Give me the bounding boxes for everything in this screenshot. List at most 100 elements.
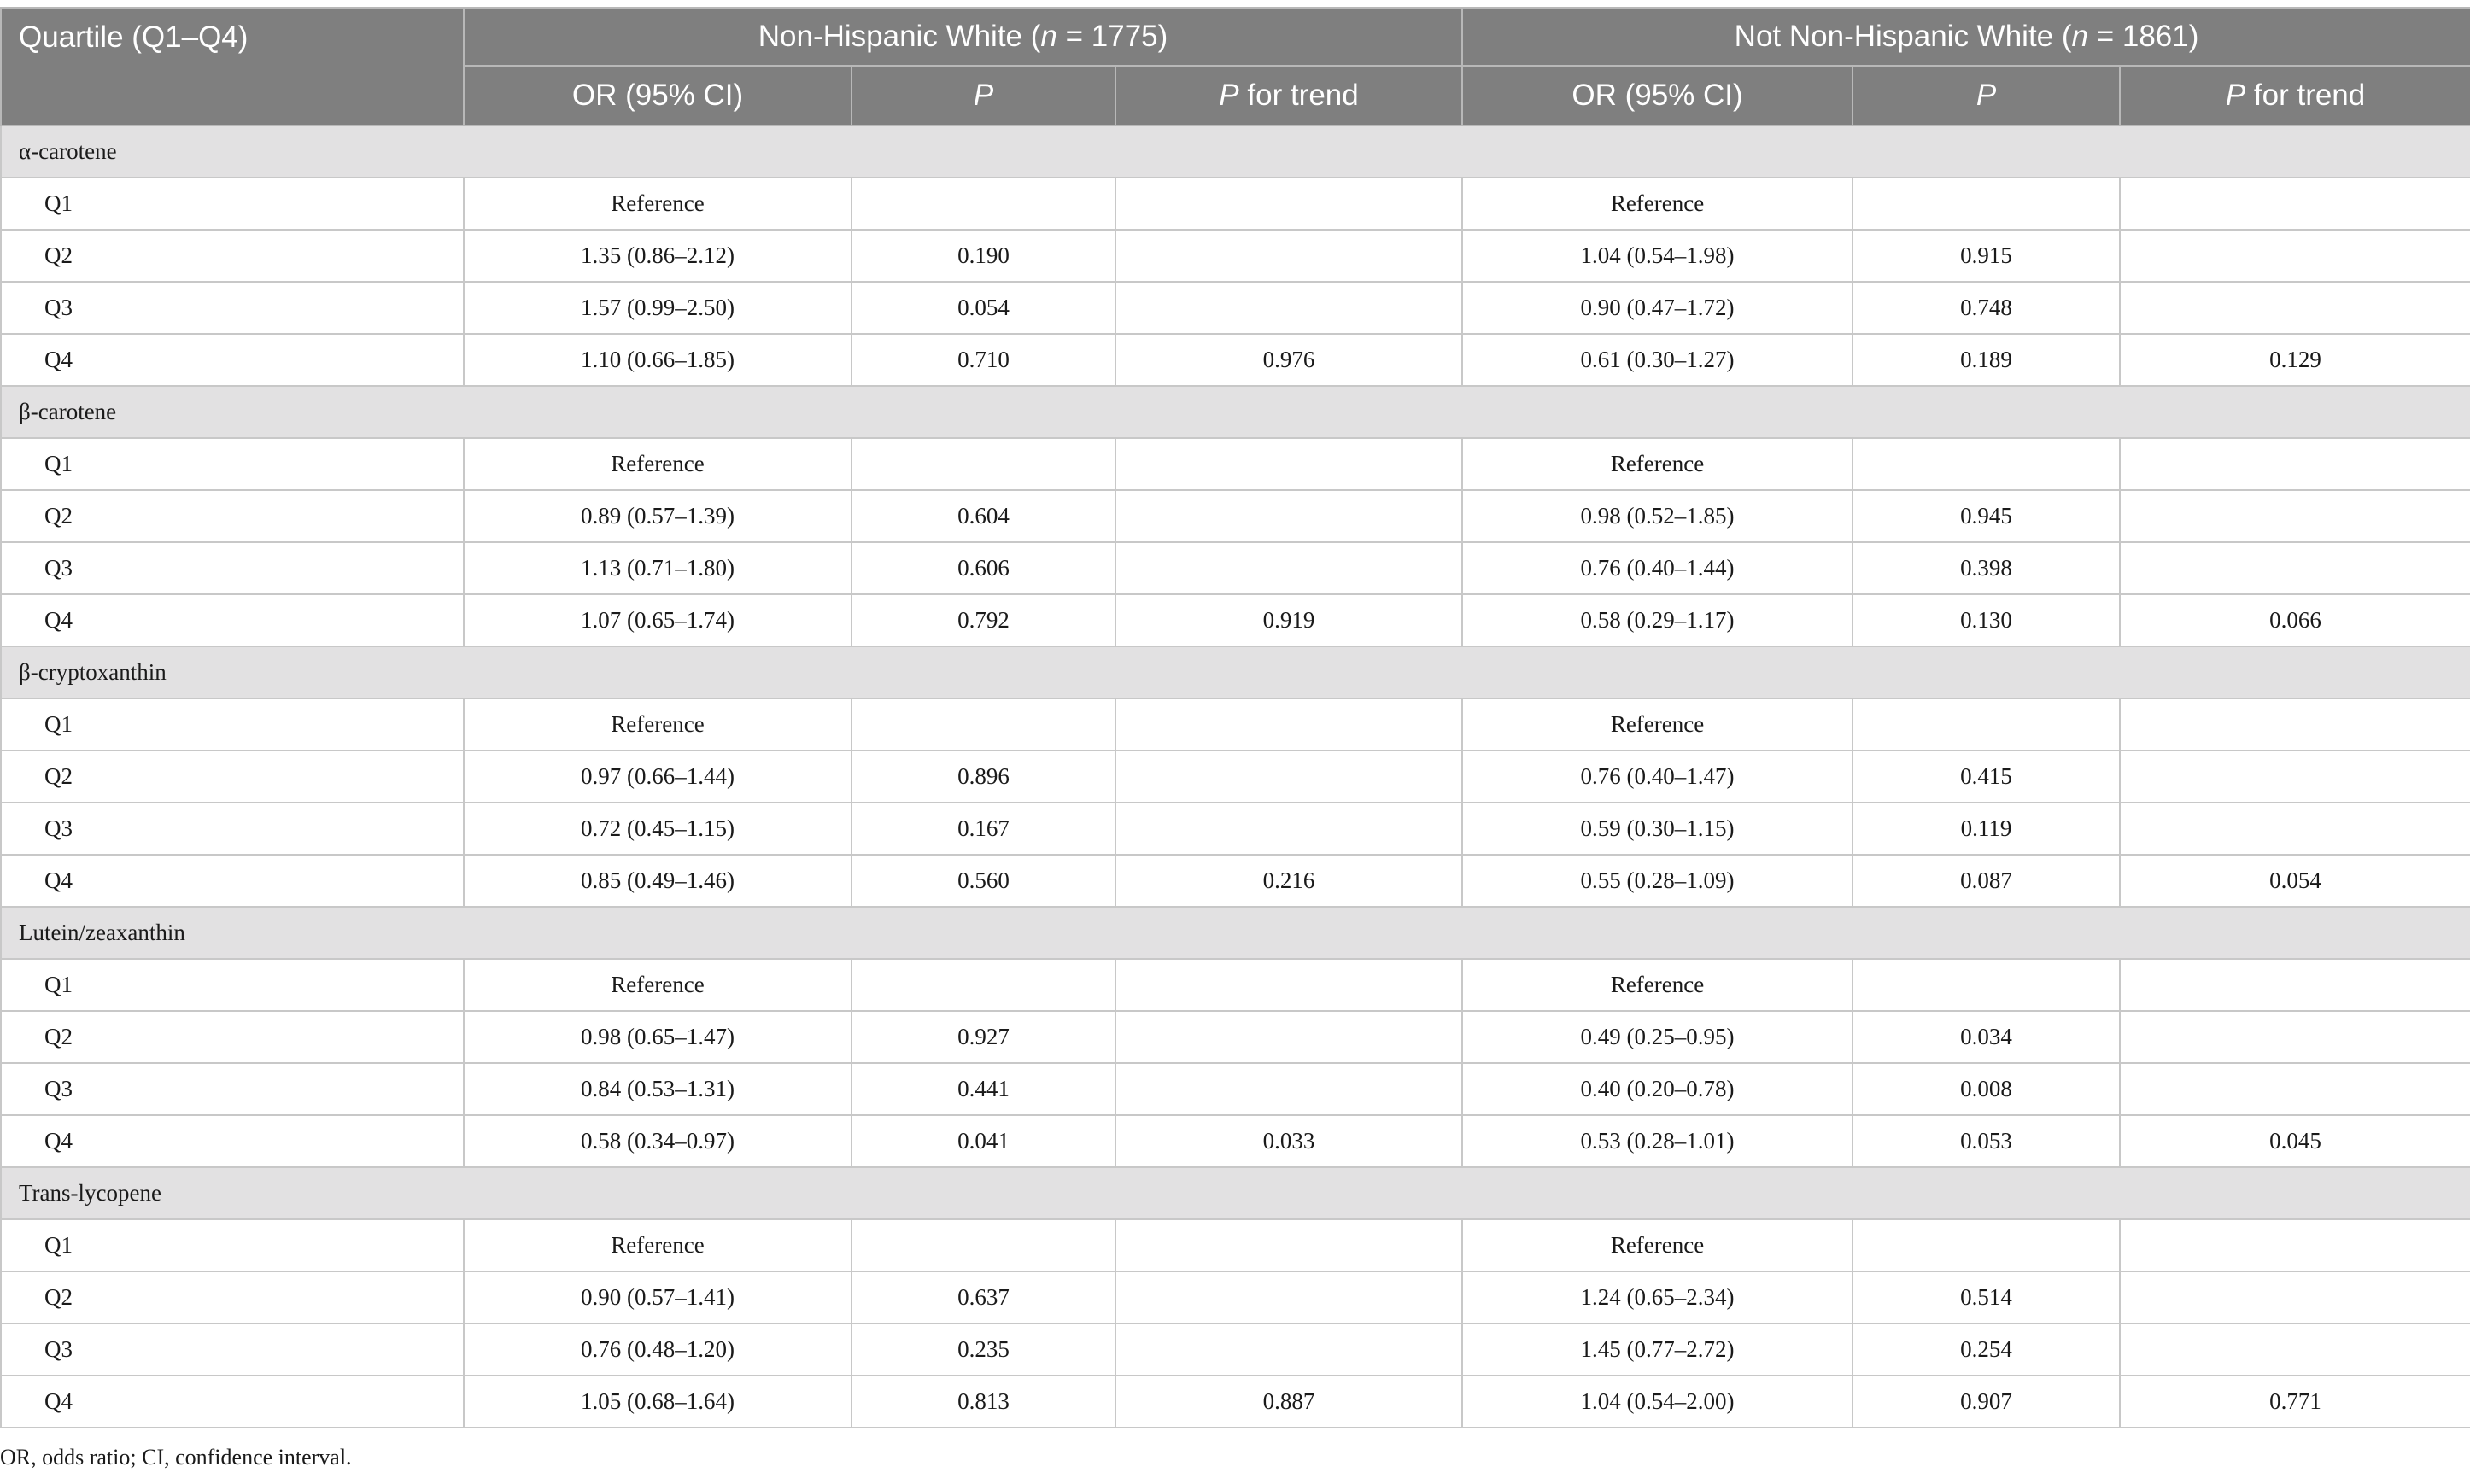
p-value-a: 0.167 bbox=[851, 802, 1116, 856]
group-row: β-carotene bbox=[0, 385, 2470, 439]
p-trend-b bbox=[2119, 177, 2470, 231]
group-row: Lutein/zeaxanthin bbox=[0, 906, 2470, 960]
or-ci-b: 0.61 (0.30–1.27) bbox=[1461, 333, 1854, 387]
quartile-label: Q4 bbox=[0, 333, 465, 387]
p-trend-b bbox=[2119, 1010, 2470, 1064]
p-value-a: 0.054 bbox=[851, 281, 1116, 335]
p-header-a: P bbox=[851, 65, 1116, 126]
p-trend-a bbox=[1114, 958, 1464, 1012]
p-trend-a bbox=[1114, 1323, 1464, 1376]
p-value-b: 0.008 bbox=[1852, 1062, 2122, 1116]
quartile-label: Q1 bbox=[0, 1218, 465, 1272]
quartile-label: Q4 bbox=[0, 854, 465, 908]
p-value-a: 0.606 bbox=[851, 541, 1116, 595]
p-trend-a: 0.919 bbox=[1114, 593, 1464, 647]
p-trend-b bbox=[2119, 541, 2470, 595]
or-ci-a: Reference bbox=[463, 177, 852, 231]
p-value-b: 0.945 bbox=[1852, 489, 2122, 543]
p-trend-b bbox=[2119, 437, 2470, 491]
p-trend-a bbox=[1114, 177, 1464, 231]
p-trend-b: 0.771 bbox=[2119, 1375, 2470, 1428]
p-trend-a: 0.976 bbox=[1114, 333, 1464, 387]
or-ci-a: 1.13 (0.71–1.80) bbox=[463, 541, 852, 595]
or-ci-b: 1.24 (0.65–2.34) bbox=[1461, 1271, 1854, 1324]
p-value-b: 0.254 bbox=[1852, 1323, 2122, 1376]
results-table: Quartile (Q1–Q4) Non-Hispanic White (n =… bbox=[0, 7, 2470, 1428]
p-value-b: 0.053 bbox=[1852, 1114, 2122, 1168]
or-ci-a: 1.35 (0.86–2.12) bbox=[463, 229, 852, 283]
table-row: Q2 1.35 (0.86–2.12) 0.190 1.04 (0.54–1.98) 0… bbox=[0, 229, 2470, 283]
p-value-b bbox=[1852, 1218, 2122, 1272]
table-row: Q2 0.90 (0.57–1.41) 0.637 1.24 (0.65–2.34) 0… bbox=[0, 1271, 2470, 1324]
p-value-a bbox=[851, 1218, 1116, 1272]
or-ci-b: 0.55 (0.28–1.09) bbox=[1461, 854, 1854, 908]
p-value-b: 0.915 bbox=[1852, 229, 2122, 283]
p-trend-b bbox=[2119, 958, 2470, 1012]
table-row: Q4 1.10 (0.66–1.85) 0.710 0.976 0.61 (0.30–1… bbox=[0, 333, 2470, 387]
quartile-label: Q2 bbox=[0, 229, 465, 283]
p-value-b: 0.087 bbox=[1852, 854, 2122, 908]
or-ci-b: 0.90 (0.47–1.72) bbox=[1461, 281, 1854, 335]
or-ci-b: 1.45 (0.77–2.72) bbox=[1461, 1323, 1854, 1376]
or-ci-a: 0.89 (0.57–1.39) bbox=[463, 489, 852, 543]
p-trend-header-b: P for trend bbox=[2119, 65, 2470, 126]
p-trend-a bbox=[1114, 1062, 1464, 1116]
p-trend-b bbox=[2119, 802, 2470, 856]
table-row: Q1 Reference Reference bbox=[0, 437, 2470, 491]
quartile-label: Q1 bbox=[0, 437, 465, 491]
or-ci-b: Reference bbox=[1461, 1218, 1854, 1272]
quartile-label: Q2 bbox=[0, 750, 465, 803]
p-value-a: 0.560 bbox=[851, 854, 1116, 908]
or-ci-b: Reference bbox=[1461, 698, 1854, 751]
or-ci-a: 0.90 (0.57–1.41) bbox=[463, 1271, 852, 1324]
table-row: Q4 1.07 (0.65–1.74) 0.792 0.919 0.58 (0.29–1… bbox=[0, 593, 2470, 647]
quartile-label: Q1 bbox=[0, 177, 465, 231]
p-trend-a: 0.033 bbox=[1114, 1114, 1464, 1168]
table-row: Q3 1.57 (0.99–2.50) 0.054 0.90 (0.47–1.72) 0… bbox=[0, 281, 2470, 335]
p-trend-header-a: P for trend bbox=[1114, 65, 1464, 126]
or-ci-header-a: OR (95% CI) bbox=[463, 65, 852, 126]
p-trend-b bbox=[2119, 1062, 2470, 1116]
group-label: Lutein/zeaxanthin bbox=[0, 906, 2470, 960]
p-value-b bbox=[1852, 698, 2122, 751]
quartile-label: Q3 bbox=[0, 541, 465, 595]
table-footnote: OR, odds ratio; CI, confidence interval. bbox=[0, 1445, 352, 1469]
p-trend-a bbox=[1114, 541, 1464, 595]
p-trend-a bbox=[1114, 437, 1464, 491]
quartile-label: Q4 bbox=[0, 1375, 465, 1428]
p-value-b: 0.748 bbox=[1852, 281, 2122, 335]
or-ci-b: 0.76 (0.40–1.47) bbox=[1461, 750, 1854, 803]
quartile-label: Q4 bbox=[0, 593, 465, 647]
or-ci-b: 1.04 (0.54–1.98) bbox=[1461, 229, 1854, 283]
p-value-b: 0.034 bbox=[1852, 1010, 2122, 1064]
p-header-b: P bbox=[1852, 65, 2122, 126]
p-trend-a bbox=[1114, 489, 1464, 543]
or-ci-a: 0.85 (0.49–1.46) bbox=[463, 854, 852, 908]
quartile-label: Q2 bbox=[0, 489, 465, 543]
table-body: α-carotene Q1 Reference Reference Q2 1.35 (0.… bbox=[0, 125, 2470, 1428]
p-trend-b bbox=[2119, 489, 2470, 543]
quartile-label: Q3 bbox=[0, 281, 465, 335]
table-row: Q4 1.05 (0.68–1.64) 0.813 0.887 1.04 (0.54–2… bbox=[0, 1375, 2470, 1428]
p-value-a bbox=[851, 177, 1116, 231]
or-ci-a: 0.97 (0.66–1.44) bbox=[463, 750, 852, 803]
or-ci-a: Reference bbox=[463, 1218, 852, 1272]
p-trend-a bbox=[1114, 1271, 1464, 1324]
p-trend-b: 0.066 bbox=[2119, 593, 2470, 647]
p-value-b: 0.130 bbox=[1852, 593, 2122, 647]
quartile-label: Q2 bbox=[0, 1271, 465, 1324]
p-trend-a bbox=[1114, 750, 1464, 803]
p-value-a: 0.041 bbox=[851, 1114, 1116, 1168]
p-value-a bbox=[851, 437, 1116, 491]
table-row: Q3 1.13 (0.71–1.80) 0.606 0.76 (0.40–1.44) 0… bbox=[0, 541, 2470, 595]
p-trend-a bbox=[1114, 1010, 1464, 1064]
or-ci-a: 1.57 (0.99–2.50) bbox=[463, 281, 852, 335]
p-value-b: 0.514 bbox=[1852, 1271, 2122, 1324]
p-value-b: 0.907 bbox=[1852, 1375, 2122, 1428]
not-non-hispanic-white-header: Not Non-Hispanic White (n = 1861) bbox=[1461, 7, 2470, 67]
p-trend-a bbox=[1114, 229, 1464, 283]
table-row: Q2 0.97 (0.66–1.44) 0.896 0.76 (0.40–1.47) 0… bbox=[0, 750, 2470, 803]
or-ci-b: Reference bbox=[1461, 177, 1854, 231]
p-trend-b bbox=[2119, 281, 2470, 335]
table-row: Q3 0.84 (0.53–1.31) 0.441 0.40 (0.20–0.78) 0… bbox=[0, 1062, 2470, 1116]
